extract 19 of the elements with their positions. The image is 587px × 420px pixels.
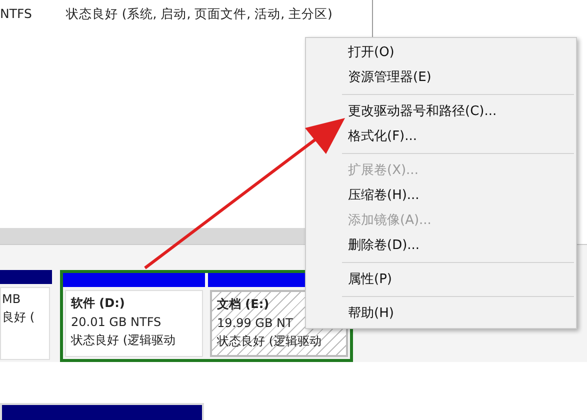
- menu-item[interactable]: 删除卷(D)...: [306, 233, 576, 258]
- menu-item[interactable]: 压缩卷(H)...: [306, 183, 576, 208]
- menu-item[interactable]: 资源管理器(E): [306, 65, 576, 90]
- partition-status: 状态良好 (逻辑驱动: [217, 333, 322, 350]
- menu-item[interactable]: 格式化(F)...: [306, 124, 576, 149]
- menu-item[interactable]: 属性(P): [306, 267, 576, 292]
- partition-name: 文档 (E:): [217, 296, 270, 313]
- file-system-cell: NTFS: [0, 6, 32, 23]
- partition-status: 状态良好 (逻辑驱动: [71, 332, 176, 349]
- partition-name: 软件 (D:): [71, 295, 126, 312]
- status-cell: 状态良好 (系统, 启动, 页面文件, 活动, 主分区): [66, 6, 332, 23]
- partition-size: 20.01 GB NTFS: [71, 315, 162, 329]
- partition-block[interactable]: 软件 (D:) 20.01 GB NTFS 状态良好 (逻辑驱动: [65, 290, 203, 357]
- partition-status: 良好 (: [2, 309, 36, 326]
- menu-item[interactable]: 更改驱动器号和路径(C)...: [306, 99, 576, 124]
- partition-size: MB: [2, 292, 22, 306]
- partition-size: 19.99 GB NT: [217, 316, 294, 330]
- partition-block[interactable]: MB 良好 (: [0, 287, 50, 360]
- menu-item[interactable]: 打开(O): [306, 40, 576, 65]
